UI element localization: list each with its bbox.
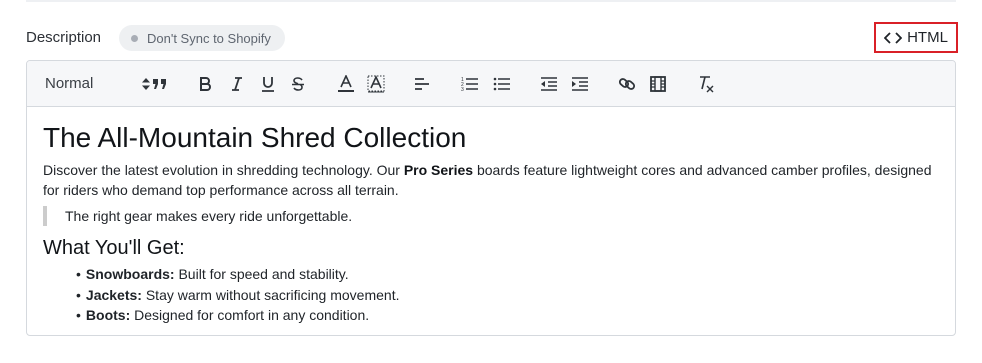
align-left-icon xyxy=(415,77,429,90)
sync-status-text: Don't Sync to Shopify xyxy=(147,30,271,46)
editor-content[interactable]: The All-Mountain Shred Collection Discov… xyxy=(27,107,955,326)
bullet-list-button[interactable] xyxy=(493,61,511,106)
html-button-label: HTML xyxy=(907,29,948,46)
background-color-button[interactable] xyxy=(365,61,387,106)
strikethrough-icon xyxy=(292,76,304,91)
content-blockquote: The right gear makes every ride unforget… xyxy=(43,206,939,226)
underline-icon xyxy=(262,76,274,92)
font-color-icon xyxy=(338,74,354,92)
clear-formatting-button[interactable] xyxy=(697,61,715,106)
video-icon xyxy=(650,75,666,92)
sync-status-badge[interactable]: Don't Sync to Shopify xyxy=(119,25,285,51)
indent-icon xyxy=(572,76,588,91)
outdent-button[interactable] xyxy=(540,61,558,106)
underline-button[interactable] xyxy=(259,61,277,106)
link-button[interactable] xyxy=(618,61,636,106)
highlight-icon xyxy=(367,74,385,92)
content-paragraph: Discover the latest evolution in shreddi… xyxy=(43,162,932,198)
code-icon xyxy=(884,31,903,44)
indent-button[interactable] xyxy=(571,61,589,106)
status-dot-icon xyxy=(131,34,138,42)
feature-list: • Snowboards: Built for speed and stabili… xyxy=(43,264,939,326)
align-button[interactable] xyxy=(413,61,431,106)
clear-formatting-icon xyxy=(700,75,714,92)
font-color-button[interactable] xyxy=(335,61,357,106)
outdent-icon xyxy=(541,76,557,91)
video-button[interactable] xyxy=(649,61,667,106)
ordered-list-icon: 1 2 3 xyxy=(461,77,478,92)
italic-icon xyxy=(232,76,242,91)
italic-button[interactable] xyxy=(229,61,245,106)
format-select[interactable]: Normal xyxy=(45,61,150,106)
list-item: • Boots: Designed for comfort in any cond… xyxy=(76,307,370,323)
rich-text-editor: Normal 1 2 3 The All-Mountain Shred Coll… xyxy=(26,60,956,336)
blockquote-button[interactable] xyxy=(151,61,169,106)
top-divider xyxy=(26,0,956,2)
editor-toolbar: Normal 1 2 3 xyxy=(27,61,955,107)
format-select-value: Normal xyxy=(45,75,94,92)
link-icon xyxy=(618,77,636,90)
bold-icon xyxy=(200,76,211,91)
ordered-list-button[interactable]: 1 2 3 xyxy=(461,61,479,106)
html-toggle-button[interactable]: HTML xyxy=(874,22,958,53)
svg-text:3: 3 xyxy=(461,87,464,92)
description-label: Description xyxy=(26,29,102,46)
content-subheading: What You'll Get: xyxy=(43,237,185,259)
bold-button[interactable] xyxy=(197,61,213,106)
list-item: • Snowboards: Built for speed and stabili… xyxy=(76,266,349,282)
list-item: • Jackets: Stay warm without sacrificing … xyxy=(76,286,400,303)
quote-icon xyxy=(153,78,166,89)
pro-series-bold: Pro Series xyxy=(403,162,474,178)
select-arrows-icon xyxy=(142,77,150,90)
content-heading: The All-Mountain Shred Collection xyxy=(43,122,467,153)
strikethrough-button[interactable] xyxy=(289,61,307,106)
bullet-list-icon xyxy=(493,77,510,90)
